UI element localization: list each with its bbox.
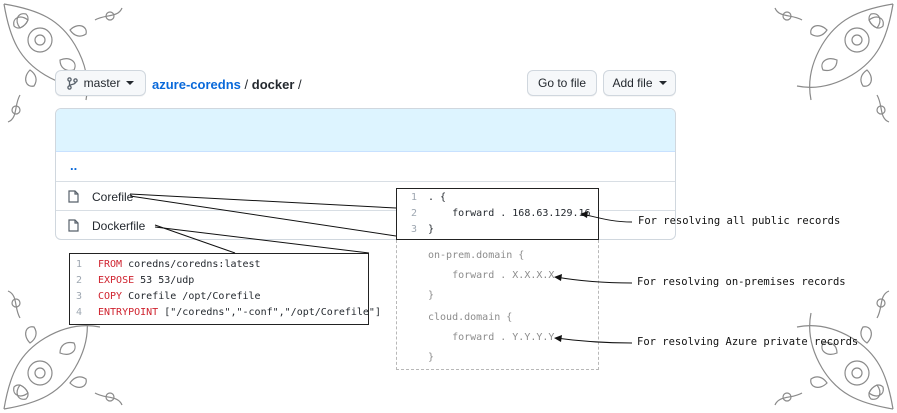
annotation-azure-private-records: For resolving Azure private records bbox=[637, 336, 859, 348]
annotation-onprem-records: For resolving on-premises records bbox=[637, 276, 846, 288]
arrowhead bbox=[554, 274, 562, 281]
connector-overlay bbox=[129, 193, 633, 344]
arrowhead bbox=[580, 211, 588, 218]
azure-arrow bbox=[555, 337, 633, 344]
arrowhead bbox=[554, 335, 562, 342]
corefile-connector-line bbox=[129, 193, 397, 209]
dockerfile-connector-line bbox=[154, 224, 236, 254]
public-arrow bbox=[581, 213, 633, 223]
onprem-arrow bbox=[555, 276, 633, 284]
annotation-public-records: For resolving all public records bbox=[638, 215, 841, 227]
dockerfile-connector-line bbox=[154, 226, 370, 254]
